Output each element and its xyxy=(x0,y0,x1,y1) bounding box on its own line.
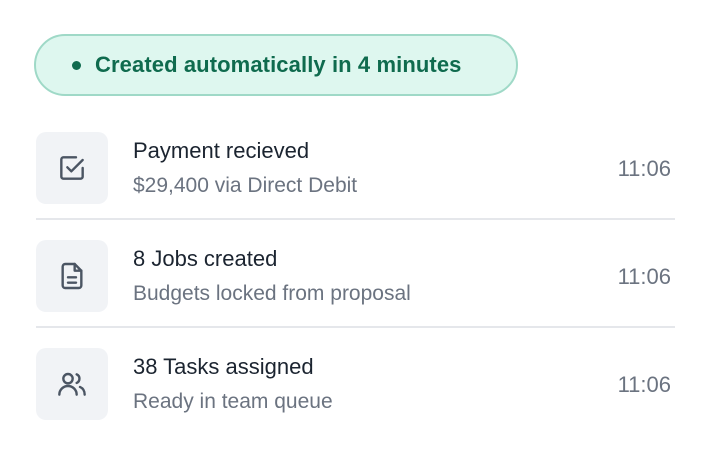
activity-subtitle: Ready in team queue xyxy=(133,390,333,413)
divider xyxy=(36,218,675,220)
status-dot-icon xyxy=(72,60,81,70)
users-icon xyxy=(36,348,108,420)
activity-item-jobs: 8 Jobs created Budgets locked from propo… xyxy=(36,240,675,348)
activity-title: 8 Jobs created xyxy=(133,246,278,271)
activity-title: Payment recieved xyxy=(133,138,310,163)
status-badge-label: Created automatically in 4 minutes xyxy=(95,52,462,77)
activity-item-tasks: 38 Tasks assigned Ready in team queue 11… xyxy=(36,348,675,456)
activity-time: 11:06 xyxy=(617,156,671,181)
activity-subtitle: Budgets locked from proposal xyxy=(133,282,411,305)
activity-subtitle: $29,400 via Direct Debit xyxy=(133,174,358,197)
activity-title: 38 Tasks assigned xyxy=(133,354,314,379)
status-badge: Created automatically in 4 minutes xyxy=(34,34,518,96)
activity-time: 11:06 xyxy=(617,372,671,397)
activity-list: Payment recieved $29,400 via Direct Debi… xyxy=(36,132,675,456)
document-icon xyxy=(36,240,108,312)
divider xyxy=(36,326,675,328)
activity-item-payment: Payment recieved $29,400 via Direct Debi… xyxy=(36,132,675,240)
activity-time: 11:06 xyxy=(617,264,671,289)
checkbox-check-icon xyxy=(36,132,108,204)
